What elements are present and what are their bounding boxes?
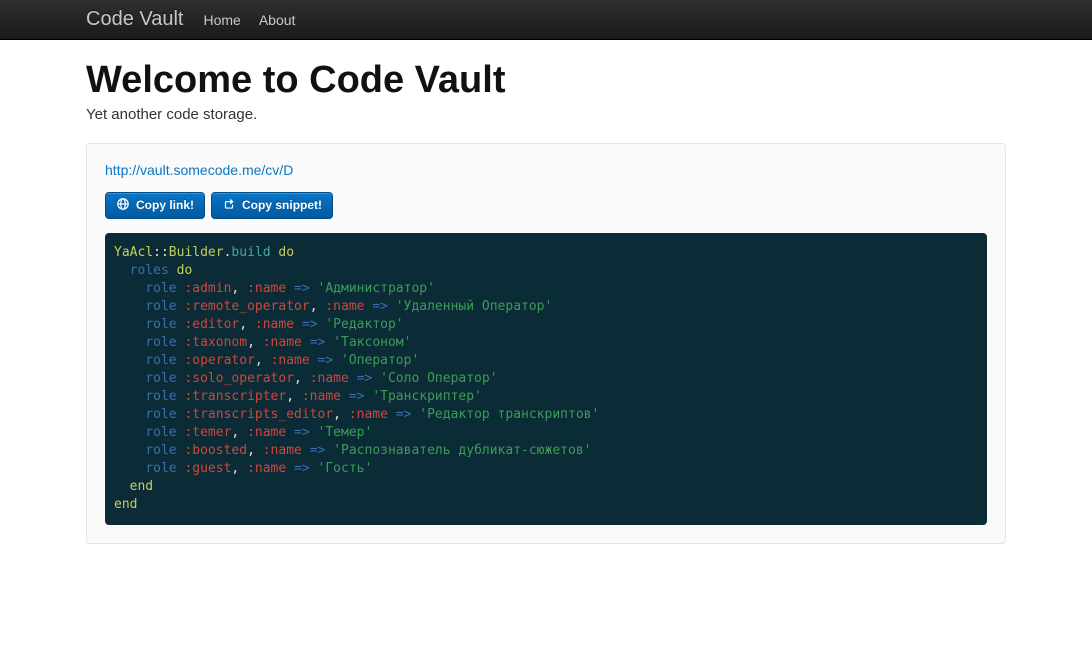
navbar: Code Vault Home About	[0, 0, 1092, 40]
snippet-panel: http://vault.somecode.me/cv/D Copy link!…	[86, 143, 1006, 544]
brand[interactable]: Code Vault	[86, 8, 183, 31]
nav-link-home[interactable]: Home	[203, 12, 240, 28]
copy-snippet-button[interactable]: Copy snippet!	[211, 192, 333, 219]
code-block: YaAcl::Builder.build do roles do role :a…	[105, 233, 987, 525]
globe-icon	[116, 197, 130, 214]
copy-link-button[interactable]: Copy link!	[105, 192, 205, 219]
page-title: Welcome to Code Vault	[86, 60, 1006, 102]
copy-snippet-label: Copy snippet!	[242, 198, 322, 212]
copy-link-label: Copy link!	[136, 198, 194, 212]
snippet-url-link[interactable]: http://vault.somecode.me/cv/D	[105, 162, 293, 178]
page-subtitle: Yet another code storage.	[86, 106, 1006, 123]
share-icon	[222, 197, 236, 214]
nav-link-about[interactable]: About	[259, 12, 296, 28]
